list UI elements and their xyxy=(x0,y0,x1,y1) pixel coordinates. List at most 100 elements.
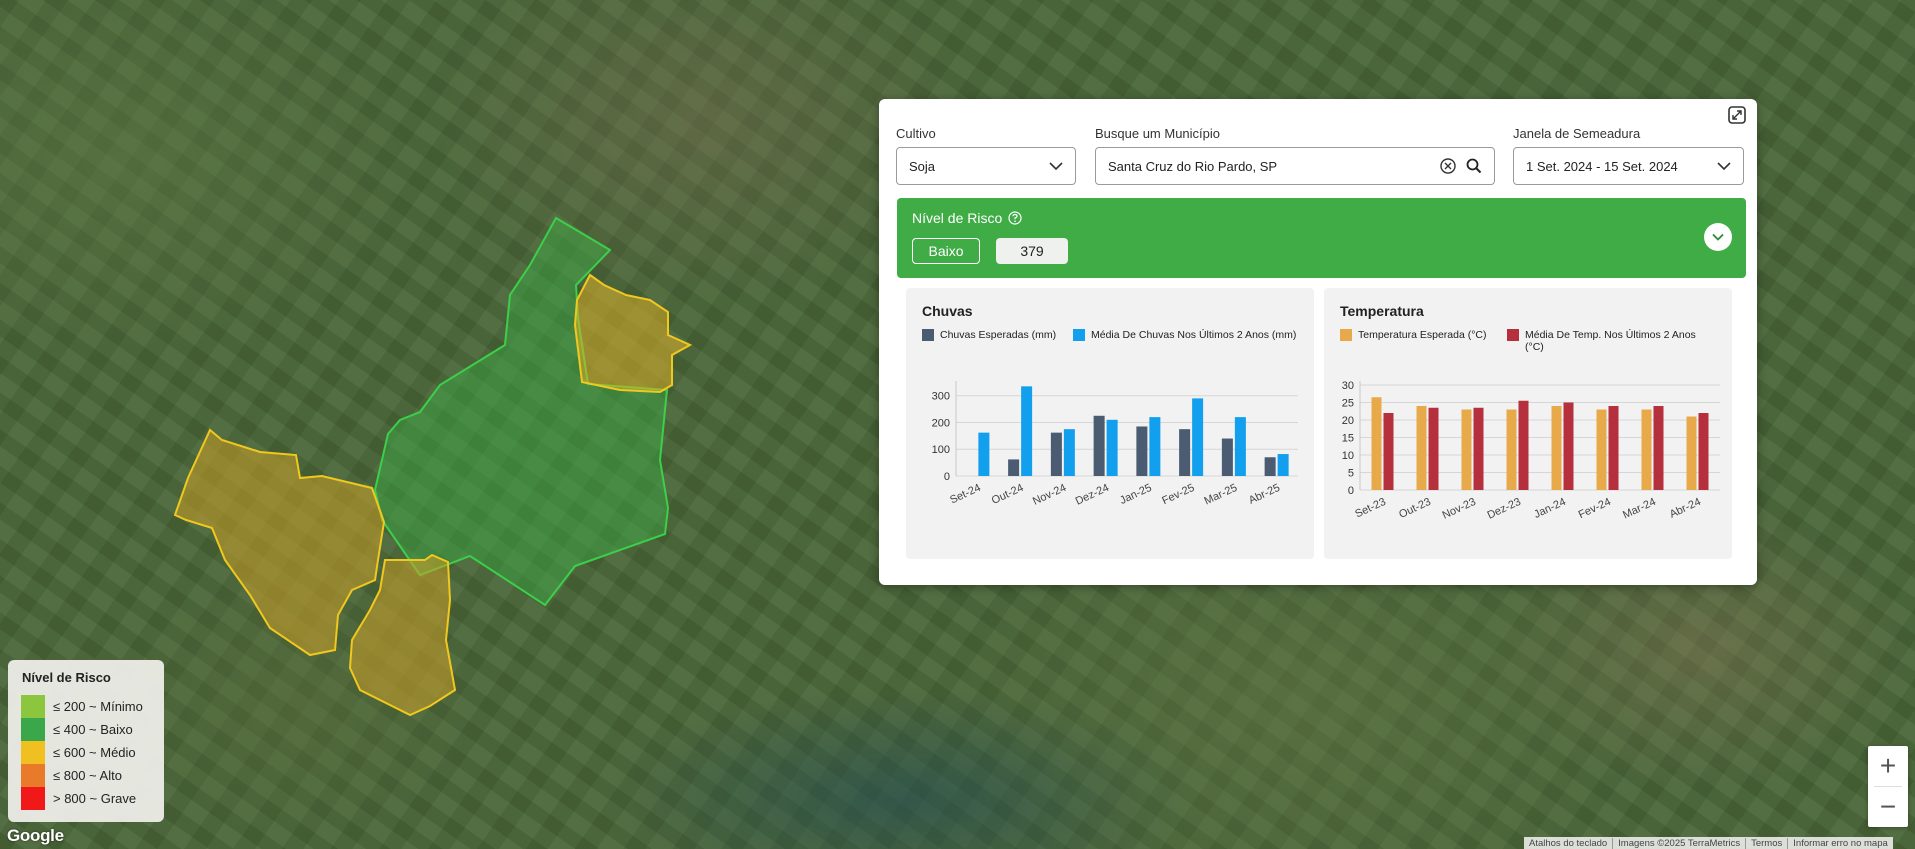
bar[interactable] xyxy=(1050,432,1062,476)
bar[interactable] xyxy=(1149,417,1161,476)
x-tick-label: Jan-25 xyxy=(1118,482,1154,507)
municipality-search-input[interactable]: Santa Cruz do Rio Pardo, SP xyxy=(1095,147,1495,185)
report-error-link[interactable]: Informar erro no mapa xyxy=(1788,838,1893,849)
y-tick-label: 30 xyxy=(1342,380,1354,392)
crop-value: Soja xyxy=(909,158,936,174)
map-legend-item: ≤ 600 ~ Médio xyxy=(21,741,136,764)
map-legend-item: ≤ 800 ~ Alto xyxy=(21,764,122,787)
risk-expand-button[interactable] xyxy=(1704,223,1732,251)
y-tick-label: 15 xyxy=(1342,433,1354,445)
y-tick-label: 25 xyxy=(1342,398,1354,410)
x-tick-label: Dez-23 xyxy=(1486,496,1523,522)
x-tick-label: Mar-25 xyxy=(1202,482,1239,508)
x-tick-label: Out-24 xyxy=(990,482,1026,507)
chevron-down-icon xyxy=(1717,162,1731,171)
bar[interactable] xyxy=(1106,419,1118,476)
bar[interactable] xyxy=(1686,416,1697,491)
terms-link[interactable]: Termos xyxy=(1746,837,1789,849)
map-legend-label: ≤ 400 ~ Baixo xyxy=(53,722,133,737)
rain-chart-card: Chuvas Chuvas Esperadas (mm) Média De Ch… xyxy=(906,288,1314,559)
bar[interactable] xyxy=(1698,413,1709,490)
map-legend-label: ≤ 600 ~ Médio xyxy=(53,745,136,760)
map-legend-title: Nível de Risco xyxy=(22,670,111,685)
map-legend-item: ≤ 200 ~ Mínimo xyxy=(21,695,143,718)
region-medio-west[interactable] xyxy=(173,428,386,657)
region-medio-north[interactable] xyxy=(573,273,693,394)
region-baixo[interactable] xyxy=(373,216,670,607)
bar[interactable] xyxy=(1563,402,1574,491)
x-tick-label: Set-24 xyxy=(948,482,982,507)
risk-score-badge: 379 xyxy=(996,238,1068,264)
window-label: Janela de Semeadura xyxy=(1513,126,1641,141)
crop-select[interactable]: Soja xyxy=(896,147,1076,185)
sowing-window-select[interactable]: 1 Set. 2024 - 15 Set. 2024 xyxy=(1513,147,1744,185)
zoom-in-button[interactable]: + xyxy=(1868,746,1908,786)
expand-button[interactable] xyxy=(1727,105,1747,125)
y-tick-label: 10 xyxy=(1342,450,1354,462)
bar[interactable] xyxy=(1596,409,1607,491)
x-tick-label: Fev-25 xyxy=(1160,482,1196,507)
bar[interactable] xyxy=(1136,426,1148,476)
legend-swatch xyxy=(21,787,45,810)
bar[interactable] xyxy=(1264,457,1276,476)
chevron-down-icon xyxy=(1712,233,1724,241)
bar[interactable] xyxy=(978,432,990,476)
zoom-control: + − xyxy=(1868,746,1908,827)
municipality-value: Santa Cruz do Rio Pardo, SP xyxy=(1108,158,1278,174)
legend-swatch xyxy=(21,695,45,718)
bar[interactable] xyxy=(1371,397,1382,490)
clear-circle-icon[interactable] xyxy=(1440,158,1456,174)
keyboard-shortcuts-link[interactable]: Atalhos do teclado xyxy=(1524,837,1614,849)
temperature-chart-card: Temperatura Temperatura Esperada (°C) Mé… xyxy=(1324,288,1732,559)
municipality-label: Busque um Município xyxy=(1095,126,1221,141)
x-tick-label: Jan-24 xyxy=(1532,496,1568,521)
google-logo: Google xyxy=(7,826,64,845)
bar[interactable] xyxy=(1093,415,1105,476)
y-tick-label: 200 xyxy=(932,417,950,429)
risk-panel: Cultivo Soja Busque um Município Santa C… xyxy=(879,99,1757,585)
rain-bar-chart: 0 100 200 300 Set-24 Out-24 Nov-24 Dez-24 Jan-25… xyxy=(932,381,1298,508)
bar[interactable] xyxy=(1383,413,1394,490)
y-tick-label: 100 xyxy=(932,444,950,456)
x-tick-label: Abr-25 xyxy=(1247,482,1282,507)
y-tick-label: 0 xyxy=(944,471,950,483)
bar[interactable] xyxy=(1608,406,1619,490)
bar[interactable] xyxy=(1234,417,1246,476)
help-circle-icon[interactable] xyxy=(1008,211,1022,225)
chevron-down-icon xyxy=(1049,162,1063,171)
map-attribution: Atalhos do teclado Imagens ©2025 TerraMe… xyxy=(1524,837,1893,849)
risk-title: Nível de Risco xyxy=(912,210,1022,226)
legend-swatch xyxy=(21,718,45,741)
x-tick-label: Nov-24 xyxy=(1031,482,1068,508)
bar[interactable] xyxy=(1221,438,1233,476)
y-tick-label: 5 xyxy=(1348,468,1354,480)
x-tick-label: Mar-24 xyxy=(1621,496,1658,522)
bar[interactable] xyxy=(1518,400,1529,490)
bar[interactable] xyxy=(1428,407,1439,490)
bar[interactable] xyxy=(1506,409,1517,491)
search-icon[interactable] xyxy=(1466,158,1482,174)
legend-swatch xyxy=(21,741,45,764)
map-legend-label: ≤ 800 ~ Alto xyxy=(53,768,122,783)
risk-level-badge: Baixo xyxy=(912,238,980,264)
window-value: 1 Set. 2024 - 15 Set. 2024 xyxy=(1526,158,1678,174)
zoom-out-button[interactable]: − xyxy=(1868,787,1908,827)
y-tick-label: 300 xyxy=(932,391,950,403)
bar[interactable] xyxy=(1192,398,1204,476)
bar[interactable] xyxy=(1179,429,1191,476)
bar[interactable] xyxy=(1277,454,1289,476)
x-tick-label: Out-23 xyxy=(1397,496,1433,521)
map-legend-item: > 800 ~ Grave xyxy=(21,787,136,810)
bar[interactable] xyxy=(1473,407,1484,490)
bar[interactable] xyxy=(1008,459,1020,476)
x-tick-label: Fev-24 xyxy=(1577,496,1613,521)
map-legend-label: > 800 ~ Grave xyxy=(53,791,137,806)
bar[interactable] xyxy=(1641,409,1652,491)
bar[interactable] xyxy=(1416,406,1427,490)
x-tick-label: Set-23 xyxy=(1353,496,1387,521)
bar[interactable] xyxy=(1021,386,1033,476)
bar[interactable] xyxy=(1653,406,1664,490)
bar[interactable] xyxy=(1063,429,1075,476)
bar[interactable] xyxy=(1551,406,1562,490)
bar[interactable] xyxy=(1461,409,1472,491)
